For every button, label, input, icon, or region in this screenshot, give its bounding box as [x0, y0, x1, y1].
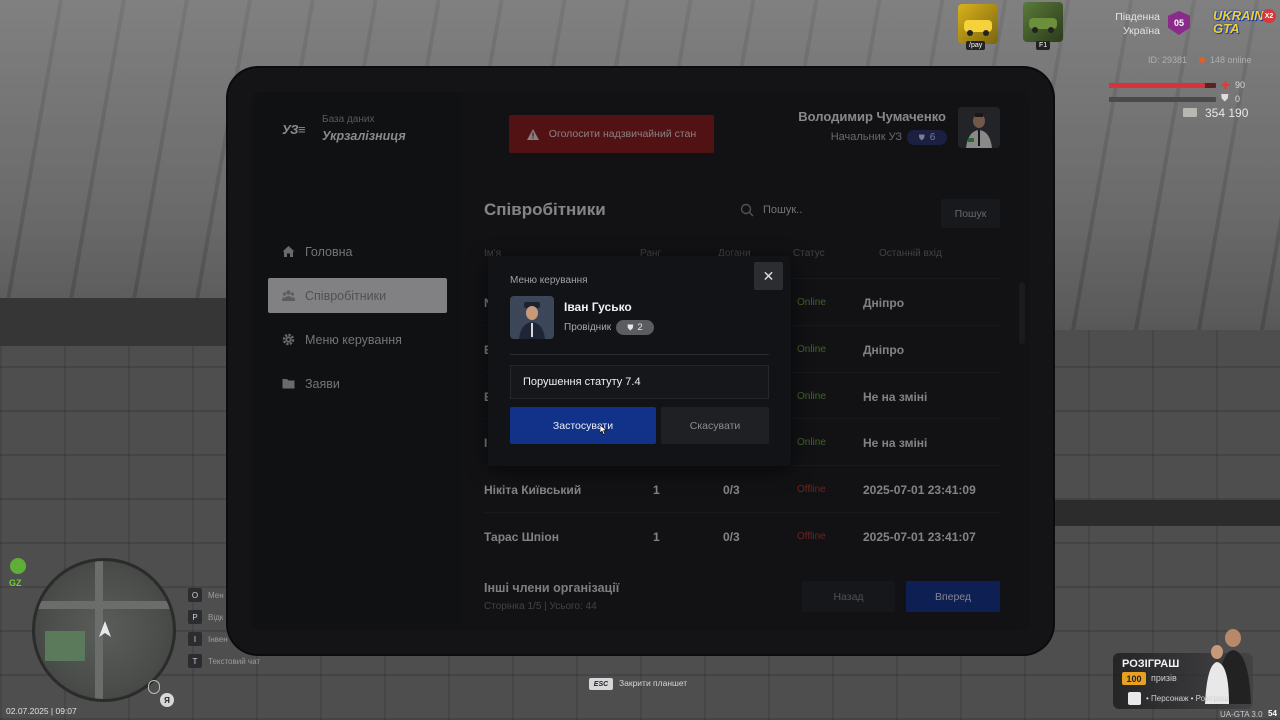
fps-counter: 54	[1268, 709, 1277, 718]
player-id: ID: 29381	[1148, 55, 1188, 65]
key-o: O	[188, 588, 202, 602]
datetime: 02.07.2025 | 09:07	[6, 706, 77, 716]
key-i: I	[188, 632, 202, 646]
pay-icon[interactable]	[958, 4, 998, 44]
mouse-cursor-icon	[600, 425, 608, 435]
modal-title: Меню керування	[510, 275, 588, 286]
online-count: 148 online	[1210, 55, 1252, 65]
multiplier-badge: X2	[1262, 9, 1276, 23]
reason-input[interactable]	[510, 365, 769, 399]
key-o-label: Мен	[208, 591, 224, 600]
giveaway-hint: • Персонаж • Розіграш	[1146, 694, 1229, 703]
gangzone-label: GZ	[9, 578, 22, 588]
employee-rank-badge: ⛊ 2	[616, 320, 654, 335]
gangzone-icon	[10, 558, 26, 574]
key-t-label: Текстовий чат	[208, 657, 261, 666]
key-p-label: Відк	[208, 613, 224, 622]
money-value: 354 190	[1205, 106, 1249, 120]
money-icon	[1183, 108, 1197, 117]
giveaway-characters-image	[1203, 626, 1255, 704]
car-icon	[964, 20, 992, 36]
employee-name: Іван Гусько	[564, 300, 632, 314]
shield-icon: ⛊	[627, 322, 634, 332]
apply-button[interactable]: Застосувати	[510, 407, 656, 444]
giveaway-count: 100	[1122, 672, 1146, 685]
employee-portrait-icon	[510, 296, 554, 339]
cancel-button[interactable]: Скасувати	[661, 407, 769, 444]
health-icon: ✚	[1221, 80, 1231, 92]
employee-role: Провідник	[564, 322, 612, 333]
pay-label: /pay	[966, 41, 986, 50]
game-version: UA-GTA 3.0	[1220, 710, 1263, 719]
armor-bar	[1109, 97, 1216, 102]
armor-shield-icon: ⛊	[1221, 93, 1229, 104]
esc-key: ESC	[589, 678, 613, 690]
key-p: P	[188, 610, 202, 624]
car-icon	[1029, 18, 1057, 33]
f1-label: F1	[1036, 41, 1051, 50]
avatar	[510, 296, 554, 339]
armor-value: 0	[1235, 94, 1241, 104]
health-value: 90	[1235, 80, 1246, 90]
key-i-label: Інвен	[208, 635, 228, 644]
close-button[interactable]: ✕	[754, 262, 783, 290]
health-bar-fill	[1109, 83, 1205, 88]
giveaway-title: РОЗІГРАШ	[1122, 658, 1180, 670]
minimap-player-label: Я	[160, 693, 174, 707]
giveaway-unit: призів	[1151, 673, 1177, 683]
key-icon	[1128, 692, 1141, 705]
close-tablet-hint: Закрити планшет	[619, 678, 688, 688]
f1-icon[interactable]	[1023, 2, 1063, 42]
divider	[510, 354, 769, 355]
close-icon: ✕	[762, 267, 775, 284]
online-dot-icon	[1199, 57, 1205, 63]
region-name: Південна Україна	[1115, 11, 1160, 37]
key-t: T	[188, 654, 202, 668]
microphone-icon	[148, 680, 160, 694]
employee-rank-value: 2	[637, 322, 643, 333]
